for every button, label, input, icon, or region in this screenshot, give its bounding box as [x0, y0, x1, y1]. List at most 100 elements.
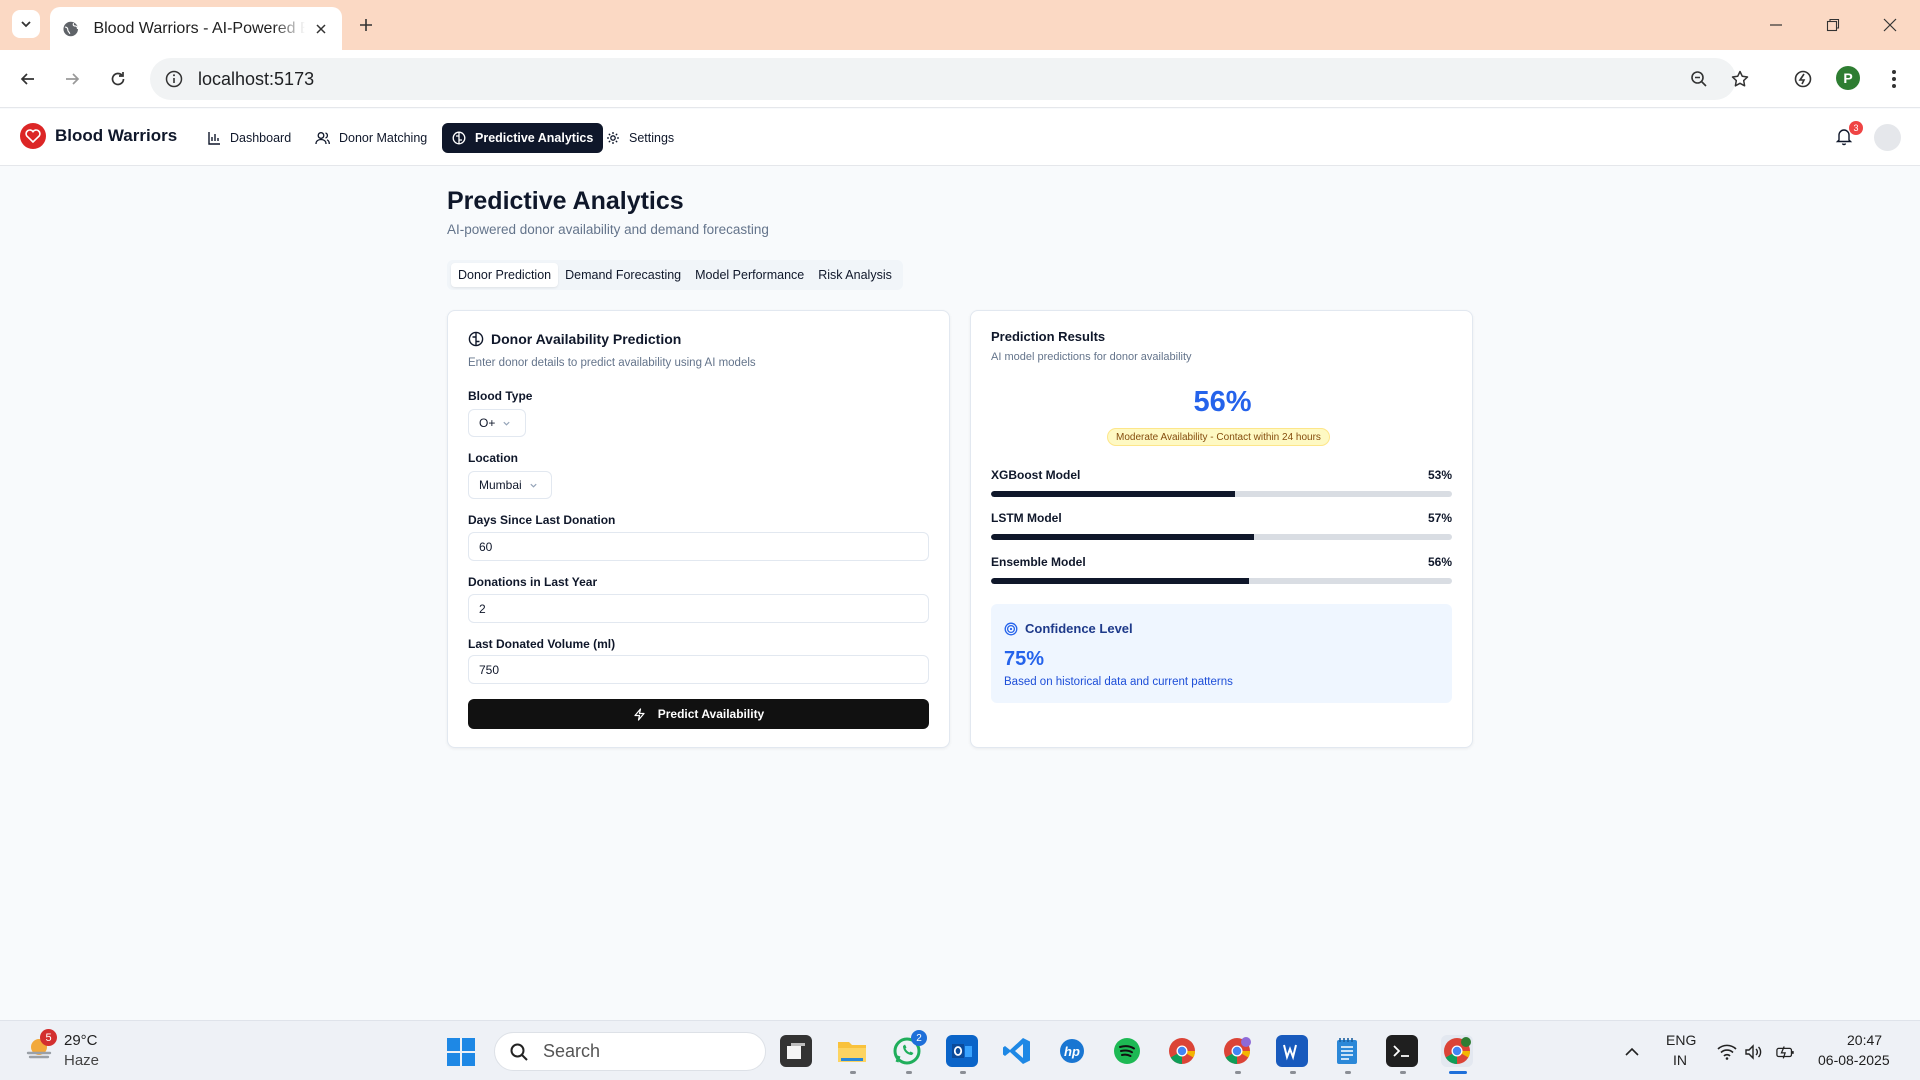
tab-donor-prediction[interactable]: Donor Prediction	[451, 263, 559, 287]
chrome-icon[interactable]	[1166, 1035, 1198, 1067]
bookmark-button[interactable]	[1728, 67, 1752, 91]
battery-icon[interactable]	[1776, 1042, 1796, 1062]
form-card-header: Donor Availability Prediction	[468, 331, 681, 347]
restore-button[interactable]	[1820, 12, 1846, 38]
nav-label: Dashboard	[230, 131, 292, 145]
profile-avatar[interactable]: P	[1836, 66, 1860, 90]
running-indicator	[1345, 1071, 1351, 1074]
show-hidden-icons-button[interactable]	[1622, 1042, 1642, 1062]
close-icon	[316, 23, 326, 34]
nav-label: Predictive Analytics	[475, 131, 594, 145]
clock-date[interactable]: 06-08-2025	[1818, 1052, 1890, 1068]
tab-search-button[interactable]	[12, 10, 40, 38]
tab-risk-analysis[interactable]: Risk Analysis	[811, 263, 899, 287]
word-icon[interactable]	[1276, 1035, 1308, 1067]
zoom-out-icon	[1691, 71, 1707, 87]
wifi-icon[interactable]	[1717, 1042, 1737, 1062]
days-since-donation-label: Days Since Last Donation	[468, 513, 616, 527]
clock-time[interactable]: 20:47	[1847, 1032, 1882, 1048]
last-volume-input[interactable]: 750	[468, 655, 929, 684]
tab-model-performance[interactable]: Model Performance	[688, 263, 811, 287]
terminal-icon[interactable]	[1386, 1035, 1418, 1067]
nav-donor-matching[interactable]: Donor Matching	[305, 123, 437, 153]
region-indicator[interactable]: IN	[1673, 1052, 1687, 1068]
browser-menu-button[interactable]	[1879, 64, 1909, 94]
hp-icon[interactable]: hp	[1056, 1035, 1088, 1067]
spotify-icon[interactable]	[1111, 1035, 1143, 1067]
blood-type-select[interactable]: O+	[468, 409, 526, 437]
url-text[interactable]: localhost:5173	[198, 69, 314, 90]
language-indicator[interactable]: ENG	[1666, 1032, 1696, 1048]
prediction-results-card: Prediction Results AI model predictions …	[970, 310, 1473, 748]
extension-icon	[1794, 70, 1812, 88]
blood-type-label: Blood Type	[468, 389, 533, 403]
running-indicator	[960, 1071, 966, 1074]
address-bar[interactable]: localhost:5173	[150, 58, 1749, 100]
nav-dashboard[interactable]: Dashboard	[197, 123, 301, 153]
blood-type-value: O+	[479, 416, 496, 430]
donations-last-year-label: Donations in Last Year	[468, 575, 598, 589]
window-close-button[interactable]	[1877, 12, 1903, 38]
nav-settings[interactable]: Settings	[596, 123, 684, 153]
nav-predictive-analytics[interactable]: Predictive Analytics	[442, 123, 604, 153]
arrow-left-icon	[20, 73, 34, 85]
chrome-profile-icon[interactable]	[1221, 1035, 1253, 1067]
forward-button[interactable]	[57, 64, 87, 94]
days-since-donation-value: 60	[479, 539, 493, 554]
chevron-down-icon	[21, 21, 31, 28]
user-avatar[interactable]	[1874, 124, 1901, 151]
browser-toolbar: localhost:5173 P	[0, 50, 1920, 108]
model-name: XGBoost Model	[991, 468, 1081, 482]
model-name: Ensemble Model	[991, 555, 1086, 569]
confidence-header: Confidence Level	[1004, 621, 1133, 636]
file-explorer-icon[interactable]	[836, 1035, 868, 1067]
site-info-icon[interactable]	[164, 69, 184, 89]
users-icon	[315, 132, 330, 145]
model-value: 57%	[1427, 511, 1452, 525]
tab-demand-forecasting[interactable]: Demand Forecasting	[558, 263, 688, 287]
vscode-icon[interactable]	[1001, 1035, 1033, 1067]
results-card-title: Prediction Results	[991, 329, 1106, 344]
target-icon	[1004, 622, 1018, 635]
brand[interactable]: Blood Warriors	[20, 123, 177, 149]
arrow-right-icon	[66, 73, 80, 85]
running-indicator	[906, 1071, 912, 1074]
windows-start-icon[interactable]	[446, 1037, 476, 1067]
volume-icon[interactable]	[1744, 1042, 1764, 1062]
model-name: LSTM Model	[991, 511, 1062, 525]
reload-button[interactable]	[103, 64, 133, 94]
model-progress-track	[991, 578, 1452, 584]
results-card-header: Prediction Results	[991, 329, 1105, 344]
tab-close-button[interactable]	[313, 20, 330, 38]
browser-tab[interactable]: Blood Warriors - AI-Powered Bl	[50, 7, 342, 50]
chevron-down-icon	[503, 421, 510, 426]
notepad-icon[interactable]	[1331, 1035, 1363, 1067]
outlook-icon[interactable]	[946, 1035, 978, 1067]
extensions-button[interactable]	[1788, 64, 1818, 94]
task-view-icon[interactable]	[780, 1035, 812, 1067]
zoom-button[interactable]	[1687, 67, 1711, 91]
confidence-value: 75%	[1004, 648, 1045, 670]
back-button[interactable]	[13, 64, 43, 94]
model-progress-fill	[991, 491, 1236, 497]
new-tab-button[interactable]	[353, 12, 379, 38]
nav-label: Settings	[629, 131, 675, 145]
windows-taskbar: 5 29°C Haze Search 2 hp ENG IN 20:47 06-…	[0, 1020, 1920, 1080]
reload-icon	[111, 72, 125, 86]
location-select[interactable]: Mumbai	[468, 471, 552, 499]
days-since-donation-input[interactable]: 60	[468, 532, 929, 561]
location-value: Mumbai	[479, 478, 522, 492]
brain-icon	[468, 331, 484, 347]
running-indicator	[850, 1071, 856, 1074]
model-progress-fill	[991, 534, 1254, 540]
minimize-button[interactable]	[1763, 12, 1789, 38]
predict-availability-button[interactable]: Predict Availability	[468, 699, 929, 729]
more-vertical-icon	[1892, 70, 1896, 88]
chrome-active-icon[interactable]	[1441, 1035, 1473, 1067]
globe-icon	[63, 21, 79, 36]
taskbar-search[interactable]: Search	[494, 1032, 766, 1071]
donations-last-year-input[interactable]: 2	[468, 594, 929, 623]
form-card-title: Donor Availability Prediction	[491, 331, 682, 347]
notification-badge: 3	[1849, 121, 1863, 135]
app-header: Blood Warriors Dashboard Donor Matching …	[0, 109, 1920, 166]
